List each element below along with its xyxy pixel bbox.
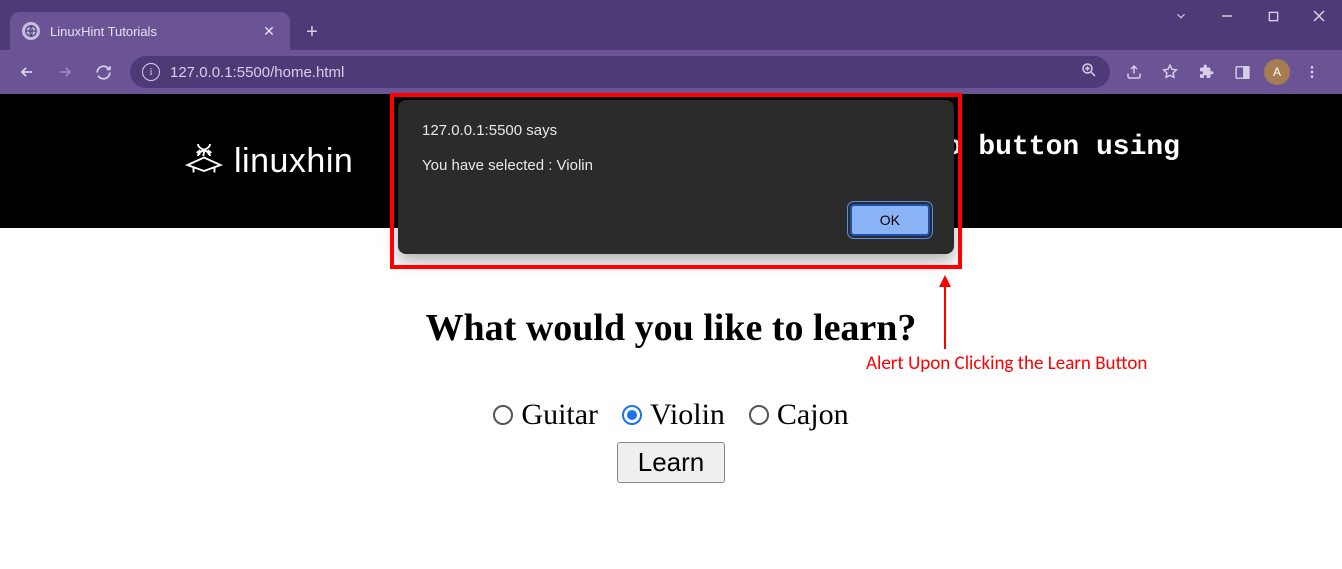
new-tab-button[interactable]: + — [298, 18, 326, 46]
alert-dialog: 127.0.0.1:5500 says You have selected : … — [398, 100, 954, 254]
alert-title: 127.0.0.1:5500 says — [422, 122, 930, 139]
forward-button[interactable] — [48, 55, 82, 89]
annotation-arrow-icon — [935, 275, 955, 349]
radio-option-cajon[interactable]: Cajon — [749, 398, 849, 432]
radio-label-text: Cajon — [777, 398, 849, 432]
logo-text: linuxhin — [234, 142, 353, 181]
alert-message: You have selected : Violin — [422, 157, 930, 174]
logo-icon — [180, 135, 228, 188]
radio-icon — [749, 405, 769, 425]
address-bar[interactable]: i 127.0.0.1:5500/home.html — [130, 56, 1110, 88]
alert-actions: OK — [422, 204, 930, 236]
page-question: What would you like to learn? — [0, 306, 1342, 350]
window-controls — [1158, 0, 1342, 32]
toolbar: i 127.0.0.1:5500/home.html A — [0, 50, 1342, 94]
minimize-button[interactable] — [1204, 0, 1250, 32]
zoom-icon[interactable] — [1080, 61, 1098, 84]
close-icon[interactable]: ✕ — [260, 22, 278, 40]
share-icon[interactable] — [1120, 58, 1148, 86]
alert-ok-button[interactable]: OK — [850, 204, 930, 236]
chevron-down-icon[interactable] — [1158, 0, 1204, 32]
globe-icon — [22, 22, 40, 40]
reload-button[interactable] — [86, 55, 120, 89]
back-button[interactable] — [10, 55, 44, 89]
radio-option-guitar[interactable]: Guitar — [493, 398, 598, 432]
extensions-icon[interactable] — [1192, 58, 1220, 86]
learn-button[interactable]: Learn — [617, 442, 726, 483]
profile-avatar[interactable]: A — [1264, 59, 1290, 85]
radio-label-text: Violin — [650, 398, 725, 432]
site-logo: linuxhin — [180, 135, 353, 188]
radio-group: Guitar Violin Cajon — [0, 398, 1342, 432]
browser-tab[interactable]: LinuxHint Tutorials ✕ — [10, 12, 290, 50]
tab-bar: LinuxHint Tutorials ✕ + — [0, 0, 1342, 50]
sidepanel-icon[interactable] — [1228, 58, 1256, 86]
radio-icon — [493, 405, 513, 425]
info-icon[interactable]: i — [142, 63, 160, 81]
maximize-button[interactable] — [1250, 0, 1296, 32]
star-icon[interactable] — [1156, 58, 1184, 86]
header-text-fragment: o button using — [945, 132, 1180, 163]
url-text: 127.0.0.1:5500/home.html — [170, 64, 1070, 81]
annotation-text: Alert Upon Clicking the Learn Button — [866, 352, 1147, 375]
radio-icon — [622, 405, 642, 425]
close-window-button[interactable] — [1296, 0, 1342, 32]
toolbar-right: A — [1120, 58, 1332, 86]
radio-option-violin[interactable]: Violin — [622, 398, 725, 432]
radio-label-text: Guitar — [521, 398, 598, 432]
tab-title: LinuxHint Tutorials — [50, 24, 250, 39]
menu-icon[interactable] — [1298, 58, 1326, 86]
browser-chrome: LinuxHint Tutorials ✕ + i 127.0.0.1:5500… — [0, 0, 1342, 94]
